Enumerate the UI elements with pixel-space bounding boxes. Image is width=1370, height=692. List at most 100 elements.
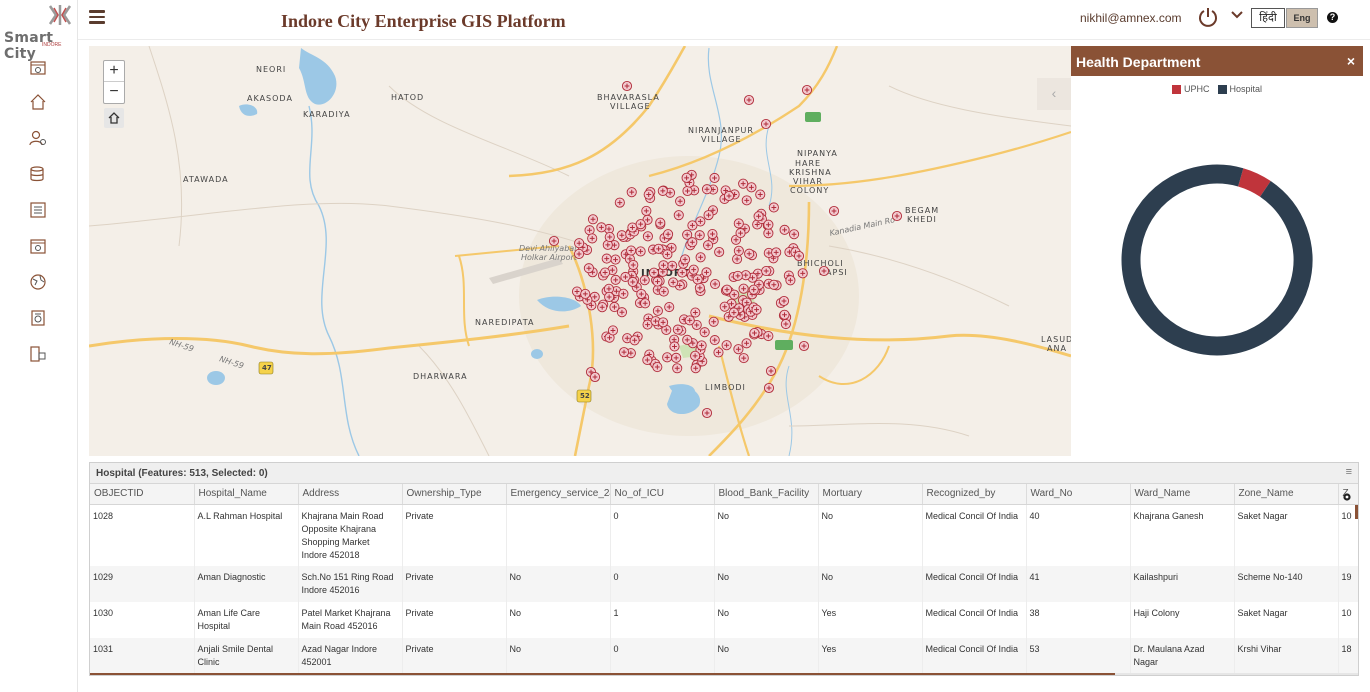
hospital-marker[interactable] xyxy=(751,304,762,315)
hospital-marker[interactable] xyxy=(669,341,680,352)
column-header[interactable]: No_of_ICU xyxy=(610,484,715,505)
hospital-marker[interactable] xyxy=(690,307,701,318)
hospital-marker[interactable] xyxy=(596,222,607,233)
hospital-marker[interactable] xyxy=(618,288,629,299)
hospital-marker[interactable] xyxy=(703,210,714,221)
horizontal-scrollbar[interactable] xyxy=(90,673,1358,675)
table-row[interactable]: 1029 Aman Diagnostic Sch.No 151 Ring Road … xyxy=(90,566,1358,602)
hospital-marker[interactable] xyxy=(798,340,810,352)
hospital-marker[interactable] xyxy=(780,318,791,330)
hospital-marker[interactable] xyxy=(694,282,705,293)
hospital-marker[interactable] xyxy=(639,275,650,286)
hospital-marker[interactable] xyxy=(672,324,683,335)
logout-power-icon[interactable] xyxy=(1197,6,1219,28)
hospital-marker[interactable] xyxy=(891,210,903,222)
hospital-marker[interactable] xyxy=(621,80,633,92)
hospital-marker[interactable] xyxy=(721,340,732,351)
hospital-marker[interactable] xyxy=(765,365,777,377)
hospital-marker[interactable] xyxy=(713,347,724,358)
hospital-marker[interactable] xyxy=(709,335,720,346)
hospital-marker[interactable] xyxy=(785,275,796,286)
hospital-marker[interactable] xyxy=(658,317,669,328)
hospital-marker[interactable] xyxy=(626,187,637,198)
hospital-marker[interactable] xyxy=(628,259,639,271)
hospital-marker[interactable] xyxy=(723,190,735,202)
column-header[interactable]: OBJECTID xyxy=(90,484,195,505)
hospital-marker[interactable] xyxy=(667,260,678,271)
hospital-marker[interactable] xyxy=(732,254,743,265)
hospital-marker[interactable] xyxy=(635,219,646,230)
hospital-marker[interactable] xyxy=(733,245,744,256)
hospital-marker[interactable] xyxy=(601,253,612,264)
column-settings-gear-icon[interactable] xyxy=(1342,492,1352,502)
column-header[interactable]: Mortuary xyxy=(818,484,923,505)
hospital-marker[interactable] xyxy=(746,182,757,193)
hospital-marker[interactable] xyxy=(614,197,625,208)
hospital-marker[interactable] xyxy=(793,250,805,262)
hospital-marker[interactable] xyxy=(648,267,660,278)
hospital-marker[interactable] xyxy=(658,260,669,271)
hospital-marker[interactable] xyxy=(779,309,790,320)
hospital-marker[interactable] xyxy=(733,218,744,229)
hospital-marker[interactable] xyxy=(664,301,675,313)
hospital-marker[interactable] xyxy=(673,210,684,221)
hospital-marker[interactable] xyxy=(694,230,705,241)
panel-close-button[interactable]: × xyxy=(1347,53,1355,69)
hospital-marker[interactable] xyxy=(738,178,749,189)
hospital-marker[interactable] xyxy=(636,288,647,300)
hospital-marker[interactable] xyxy=(709,172,720,184)
hospital-marker[interactable] xyxy=(741,338,752,349)
hospital-marker[interactable] xyxy=(574,238,585,249)
hospital-marker[interactable] xyxy=(749,327,760,339)
hospital-marker[interactable] xyxy=(687,220,698,231)
hospital-marker[interactable] xyxy=(684,315,695,326)
hospital-marker[interactable] xyxy=(607,325,618,336)
column-header[interactable]: Ownership_Type xyxy=(402,484,507,505)
hospital-marker[interactable] xyxy=(571,286,583,297)
sidebar-item-database[interactable] xyxy=(28,164,48,184)
map-view[interactable]: NEORI AKASODA HATOD KARADIYA ATAWADA BHA… xyxy=(89,46,1071,456)
sidebar-item-globe[interactable] xyxy=(28,272,48,292)
hospital-marker[interactable] xyxy=(580,288,591,299)
sidebar-item-dashboard[interactable] xyxy=(28,58,48,78)
hospital-marker[interactable] xyxy=(600,267,611,278)
hospital-marker[interactable] xyxy=(655,217,666,228)
hospital-marker[interactable] xyxy=(763,330,774,342)
hospital-marker[interactable] xyxy=(604,231,615,243)
hospital-marker[interactable] xyxy=(763,382,775,394)
hospital-marker[interactable] xyxy=(680,254,691,265)
hospital-marker[interactable] xyxy=(801,84,813,96)
hospital-marker[interactable] xyxy=(662,352,673,363)
hospital-marker[interactable] xyxy=(616,307,628,318)
hospital-marker[interactable] xyxy=(671,352,682,363)
column-header[interactable]: Zone_Name xyxy=(1234,484,1339,505)
hospital-marker[interactable] xyxy=(640,298,651,309)
hospital-marker[interactable] xyxy=(626,245,637,256)
column-header[interactable]: Recognized_by xyxy=(922,484,1027,505)
hospital-marker[interactable] xyxy=(797,268,808,279)
column-header[interactable]: Address xyxy=(298,484,403,505)
vertical-scrollbar-thumb[interactable] xyxy=(1355,505,1358,519)
column-header[interactable]: Emergency_service_24 xyxy=(506,484,611,505)
hospital-marker[interactable] xyxy=(707,228,718,240)
health-donut-chart[interactable] xyxy=(1121,164,1313,356)
hospital-marker[interactable] xyxy=(635,246,646,257)
legend-item-uphc[interactable]: UPHC xyxy=(1172,84,1210,94)
hospital-marker[interactable] xyxy=(732,270,743,281)
hospital-marker[interactable] xyxy=(675,196,686,207)
hospital-marker[interactable] xyxy=(714,246,725,258)
hospital-marker[interactable] xyxy=(760,118,772,130)
hospital-marker[interactable] xyxy=(610,254,621,265)
menu-toggle-button[interactable] xyxy=(89,10,105,24)
hospital-marker[interactable] xyxy=(587,233,598,244)
hospital-marker[interactable] xyxy=(768,202,779,213)
table-row[interactable]: 1028 A.L Rahman Hospital Khajrana Main Roa… xyxy=(90,504,1358,566)
sidebar-item-calendar[interactable] xyxy=(28,236,48,256)
hospital-marker[interactable] xyxy=(738,283,749,294)
hospital-marker[interactable] xyxy=(763,228,774,239)
column-header[interactable]: Ward_No xyxy=(1026,484,1131,505)
hospital-marker[interactable] xyxy=(597,302,608,313)
hospital-marker[interactable] xyxy=(641,205,652,216)
column-header[interactable]: Ward_Name xyxy=(1130,484,1235,505)
hospital-marker[interactable] xyxy=(789,229,800,240)
